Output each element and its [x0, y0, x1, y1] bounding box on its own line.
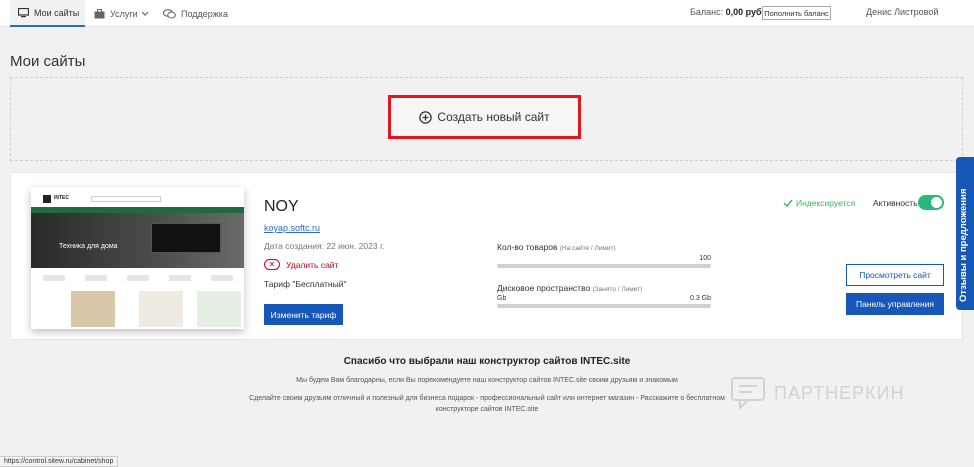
preview-product — [71, 291, 115, 327]
disk-hint: (Занято / Лимит) — [592, 286, 643, 293]
briefcase-icon — [94, 8, 105, 18]
site-card: INTEC Техника для дома NOY koyap.softc.r… — [10, 172, 963, 340]
preview-product — [139, 291, 183, 327]
create-site-button[interactable]: Создать новый сайт — [388, 95, 581, 139]
balance-value: 0,00 руб. — [725, 7, 765, 17]
products-limit: 100 — [699, 255, 711, 262]
thanks-text-2: Сделайте своим друзьям отличный и полезн… — [249, 395, 725, 413]
disk-metric-label: Дисковое пространство (Занято / Лимит) — [497, 283, 642, 293]
preview-hero-text: Техника для дома — [59, 243, 118, 250]
nav-support[interactable]: Поддержка — [163, 0, 228, 27]
preview-logo — [43, 195, 51, 203]
delete-site-label: Удалить сайт — [286, 259, 339, 270]
plus-circle-icon — [419, 110, 433, 124]
control-panel-button[interactable]: Панель управления — [846, 293, 944, 315]
nav-support-label: Поддержка — [181, 8, 228, 19]
disk-limit: 0.3 Gb — [689, 295, 711, 302]
nav-my-sites[interactable]: Мои сайты — [10, 0, 85, 27]
change-tariff-button[interactable]: Изменить тариф — [264, 304, 343, 325]
thanks-title: Спасибо что выбрали наш конструктор сайт… — [343, 356, 631, 367]
site-preview-image[interactable]: INTEC Техника для дома — [31, 187, 244, 329]
tariff-label: Тариф "Бесплатный" — [264, 279, 347, 289]
monitor-icon — [18, 7, 29, 17]
page-title: Мои сайты — [10, 53, 86, 70]
watermark-text: ПАРТНЕРКИН — [774, 382, 905, 403]
watermark: ПАРТНЕРКИН — [730, 376, 905, 410]
disk-label: Дисковое пространство — [497, 283, 591, 293]
site-name: NOY — [264, 198, 299, 215]
create-site-area: Создать новый сайт — [10, 77, 963, 161]
chat-icon — [163, 8, 176, 19]
indexing-label: Индексируется — [796, 198, 856, 208]
check-icon — [783, 199, 793, 207]
site-url-link[interactable]: koyap.softc.ru — [264, 223, 320, 233]
preview-search — [91, 196, 161, 202]
status-bar-url: https://control.sitew.ru/cabinet/shop — [0, 456, 119, 467]
topup-balance-button[interactable]: Пополнить баланс — [762, 6, 831, 20]
delete-site-button[interactable]: ✕ Удалить сайт — [264, 259, 338, 270]
products-metric-label: Кол-во товаров (На сайте / Лимит) — [497, 242, 616, 252]
preview-product — [197, 291, 241, 327]
feedback-tab-label: Отзывы и предложения — [958, 189, 969, 302]
feedback-tab-text: Отзывы и предложения — [958, 188, 969, 302]
chevron-down-icon — [141, 11, 149, 16]
nav-services-label: Услуги — [110, 8, 138, 19]
indexing-status: Индексируется — [783, 198, 855, 208]
balance-label: Баланс: — [690, 7, 724, 17]
nav-services[interactable]: Услуги — [94, 0, 154, 27]
balance: Баланс: 0,00 руб. — [690, 7, 764, 17]
products-progress-bar — [497, 264, 711, 268]
nav-my-sites-label: Мои сайты — [34, 7, 80, 18]
activity-label: Активность — [873, 198, 918, 208]
view-site-button[interactable]: Просмотреть сайт — [846, 264, 944, 286]
preview-logo-text: INTEC — [54, 195, 69, 201]
site-created-date: Дата создания: 22 июн. 2023 г. — [264, 241, 385, 251]
top-navigation: Мои сайты Услуги Поддержка Баланс: 0,00 … — [0, 0, 974, 27]
products-hint: (На сайте / Лимит) — [559, 245, 616, 252]
watermark-logo-icon — [731, 377, 765, 410]
disk-progress-bar — [497, 304, 711, 308]
products-label: Кол-во товаров — [497, 242, 558, 252]
disk-used: Gb — [497, 295, 507, 302]
create-site-label: Создать новый сайт — [437, 110, 550, 124]
preview-tv — [151, 223, 221, 253]
preview-icons — [43, 275, 233, 285]
close-icon: ✕ — [264, 259, 280, 270]
feedback-tab[interactable]: Отзывы и предложения — [956, 157, 974, 310]
activity-toggle[interactable] — [918, 195, 944, 210]
user-menu[interactable]: Денис Листровой — [866, 7, 938, 17]
